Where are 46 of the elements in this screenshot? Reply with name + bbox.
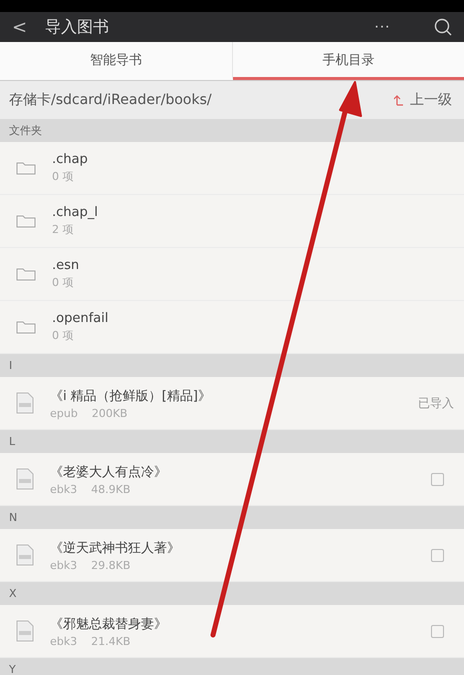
search-button[interactable] <box>434 18 452 36</box>
section-label: N <box>9 511 18 524</box>
file-icon <box>16 392 34 414</box>
item-count: 0 项 <box>52 275 74 290</box>
folder-icon <box>16 214 36 228</box>
file-size: 48.9KB <box>91 482 130 496</box>
up-arrow-icon <box>394 94 404 106</box>
checkbox[interactable] <box>431 548 444 562</box>
file-format: ebk3 <box>50 634 78 648</box>
item-count: 2 项 <box>52 222 74 237</box>
section-label: 文件夹 <box>9 123 42 138</box>
checkbox[interactable] <box>431 472 444 486</box>
item-name: 《老婆大人有点冷》 <box>50 464 168 480</box>
item-count: 0 项 <box>52 169 74 184</box>
item-name: .esn <box>52 258 80 273</box>
item-count: 0 项 <box>52 328 74 343</box>
file-icon <box>16 468 34 490</box>
folder-icon <box>16 267 36 281</box>
folder-icon <box>16 161 36 175</box>
section-label: X <box>9 587 17 600</box>
file-size: 200KB <box>92 406 128 420</box>
folder-path: 存储卡/sdcard/iReader/books/ <box>9 91 212 109</box>
section-label: L <box>9 435 16 448</box>
section-label: I <box>9 359 12 372</box>
item-name: .chap <box>52 152 89 167</box>
item-name: 《邪魅总裁替身妻》 <box>50 616 168 632</box>
file-size: 29.8KB <box>91 558 130 572</box>
item-name: .openfail <box>52 311 110 326</box>
page-title: 导入图书 <box>45 16 110 38</box>
item-name: 《i 精品（抢鲜版）[精品]》 <box>50 388 212 404</box>
file-size: 21.4KB <box>91 634 130 648</box>
more-button[interactable]: ··· <box>366 18 398 36</box>
file-format: ebk3 <box>50 482 78 496</box>
file-format: ebk3 <box>50 558 78 572</box>
tab[interactable]: 智能导书 <box>0 42 232 80</box>
item-name: 《逆天武神书狂人著》 <box>50 540 181 556</box>
file-icon <box>16 620 34 642</box>
file-icon <box>16 544 34 566</box>
back-button[interactable]: < <box>12 16 28 38</box>
file-format: epub <box>50 406 78 420</box>
checkbox[interactable] <box>431 624 444 638</box>
parent-folder-button[interactable]: 上一级 <box>394 91 452 109</box>
section-label: Y <box>9 663 16 675</box>
folder-icon <box>16 320 36 334</box>
item-name: .chap_l <box>52 205 99 220</box>
imported-label: 已导入 <box>418 394 454 412</box>
